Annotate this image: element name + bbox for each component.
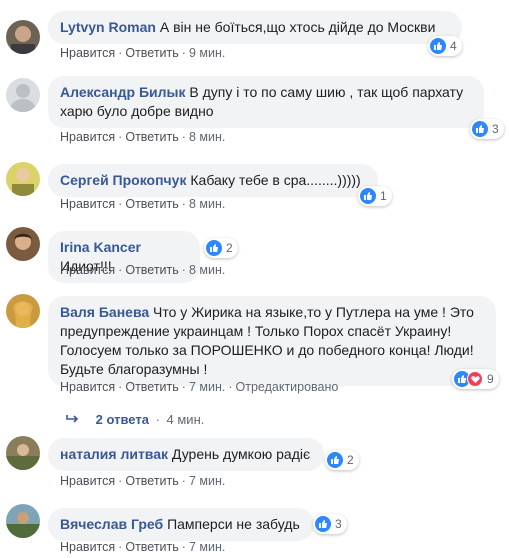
comment-actions: Нравится · Ответить · 8 мин. [60, 263, 226, 277]
timestamp[interactable]: 8 мин. [189, 130, 225, 144]
reaction-count: 2 [226, 241, 233, 255]
like-link[interactable]: Нравится [60, 380, 115, 394]
avatar[interactable] [6, 436, 40, 470]
reaction-count: 4 [450, 39, 457, 53]
timestamp[interactable]: 8 мин. [189, 197, 225, 211]
thumbs-up-icon [315, 516, 331, 532]
comment-bubble: Вячеслав Греб Памперси не забудь [48, 508, 314, 541]
reply-link[interactable]: Ответить [125, 197, 178, 211]
reaction-summary[interactable]: 1 [358, 186, 392, 206]
reaction-summary[interactable]: 3 [470, 119, 504, 139]
comment-text: Памперси не забудь [167, 516, 300, 532]
comment-actions: Нравится · Ответить · 8 мин. [60, 130, 226, 144]
comment-actions: Нравится · Ответить · 7 мин. [60, 540, 226, 554]
comment-author[interactable]: Irina Kancer [60, 239, 141, 255]
reply-arrow-icon [66, 412, 80, 427]
avatar[interactable] [6, 294, 40, 328]
like-link[interactable]: Нравится [60, 130, 115, 144]
reply-link[interactable]: Ответить [125, 540, 178, 554]
comment-actions: Нравится · Ответить · 7 мин. [60, 474, 226, 488]
reaction-count: 2 [347, 453, 354, 467]
avatar[interactable] [6, 504, 40, 538]
comment-author[interactable]: Валя Банева [60, 304, 149, 320]
reaction-summary[interactable]: 4 [428, 36, 462, 56]
comment-text: А він не боїться,що хтось дійде до Москв… [159, 19, 436, 35]
reply-link[interactable]: Ответить [125, 46, 178, 60]
comment-text: Дурень думкою радіє [171, 446, 311, 462]
reaction-count: 9 [487, 372, 494, 386]
reaction-count: 1 [380, 189, 387, 203]
timestamp[interactable]: 7 мин. [189, 474, 225, 488]
comment-actions: Нравится · Ответить · 8 мин. [60, 197, 226, 211]
edited-link[interactable]: Отредактировано [236, 380, 339, 394]
reply-link[interactable]: Ответить [125, 263, 178, 277]
timestamp[interactable]: 8 мин. [189, 263, 225, 277]
comment-bubble: Lytvyn Roman А він не боїться,що хтось д… [48, 11, 462, 44]
reaction-count: 3 [335, 517, 342, 531]
thumbs-up-icon [206, 240, 222, 256]
avatar[interactable] [6, 78, 40, 112]
like-link[interactable]: Нравится [60, 46, 115, 60]
comment-author[interactable]: Сергей Прокопчук [60, 172, 186, 188]
like-link[interactable]: Нравится [60, 263, 115, 277]
like-link[interactable]: Нравится [60, 540, 115, 554]
reply-link[interactable]: Ответить [125, 474, 178, 488]
reply-link[interactable]: Ответить [125, 130, 178, 144]
like-link[interactable]: Нравится [60, 197, 115, 211]
timestamp[interactable]: 9 мин. [189, 46, 225, 60]
heart-icon [467, 371, 483, 387]
thumbs-up-icon [360, 188, 376, 204]
avatar[interactable] [6, 227, 40, 261]
view-replies-link[interactable]: 2 ответа · 4 мин. [66, 412, 204, 427]
comment-actions: Нравится · Ответить · 9 мин. [60, 46, 226, 60]
thumbs-up-icon [430, 38, 446, 54]
avatar[interactable] [6, 162, 40, 196]
timestamp[interactable]: 7 мин. [189, 540, 225, 554]
avatar[interactable] [6, 20, 40, 54]
replies-time: 4 мин. [166, 412, 205, 427]
thumbs-up-icon [472, 121, 488, 137]
thumbs-up-icon [327, 452, 343, 468]
comment-bubble: Сергей Прокопчук Кабаку тебе в сра......… [48, 164, 378, 197]
replies-count[interactable]: 2 ответа [96, 412, 149, 427]
comment-bubble: Валя Банева Что у Жирика на языке,то у П… [48, 296, 496, 386]
comment-author[interactable]: Вячеслав Греб [60, 516, 163, 532]
reaction-summary[interactable]: 3 [313, 514, 347, 534]
comment-actions: Нравится · Ответить · 7 мин. · Отредактировано [60, 380, 339, 394]
reaction-summary[interactable]: 2 [204, 238, 238, 258]
comment-bubble: Александр Билык В дупу і то по саму шию … [48, 76, 484, 128]
comment-bubble: наталия литвак Дурень думкою радіє [48, 438, 324, 471]
reaction-count: 3 [492, 122, 499, 136]
comment-text: Кабаку тебе в сра........))))) [190, 172, 361, 188]
comment-author[interactable]: Александр Билык [60, 84, 185, 100]
reply-link[interactable]: Ответить [125, 380, 178, 394]
reaction-summary[interactable]: 2 [325, 450, 359, 470]
like-link[interactable]: Нравится [60, 474, 115, 488]
comment-author[interactable]: Lytvyn Roman [60, 19, 156, 35]
reaction-summary[interactable]: 9 [452, 369, 499, 389]
comment-author[interactable]: наталия литвак [60, 446, 168, 462]
timestamp[interactable]: 7 мин. [189, 380, 225, 394]
